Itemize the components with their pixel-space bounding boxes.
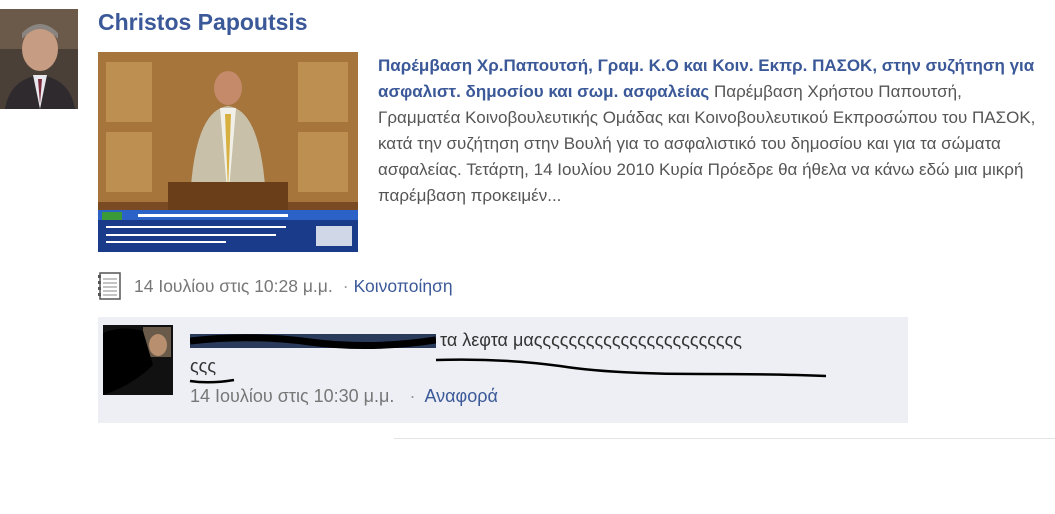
attachment-thumbnail[interactable] [98, 52, 358, 252]
separator-dot: · [409, 386, 416, 406]
comment-text: τα λεφτα μαςςςςςςςςςςςςςςςςςςςςςςςς [440, 330, 742, 350]
share-link[interactable]: Κοινοποίηση [354, 276, 453, 297]
comment-timestamp[interactable]: 14 Ιουλίου στις 10:30 μ.μ. [190, 386, 394, 406]
post-meta: 14 Ιουλίου στις 10:28 μ.μ. · Κοινοποίηση [98, 272, 453, 300]
attachment-text: Παρέμβαση Χρ.Παπουτσή, Γραμ. Κ.Ο και Κοι… [378, 53, 1040, 209]
commenter-avatar[interactable] [103, 325, 173, 395]
author-avatar[interactable] [0, 9, 78, 109]
post-timestamp[interactable]: 14 Ιουλίου στις 10:28 μ.μ. [134, 276, 333, 297]
separator-dot: · [342, 275, 349, 296]
note-icon [98, 272, 122, 300]
commenter-name-redacted[interactable] [189, 330, 437, 357]
divider-line [394, 438, 1055, 439]
post-author-name[interactable]: Christos Papoutsis [98, 9, 308, 36]
comment-text-continued: ςςς [190, 356, 217, 376]
report-link[interactable]: Αναφορά [424, 386, 497, 406]
comment-meta: 14 Ιουλίου στις 10:30 μ.μ. · Αναφορά [190, 386, 498, 407]
